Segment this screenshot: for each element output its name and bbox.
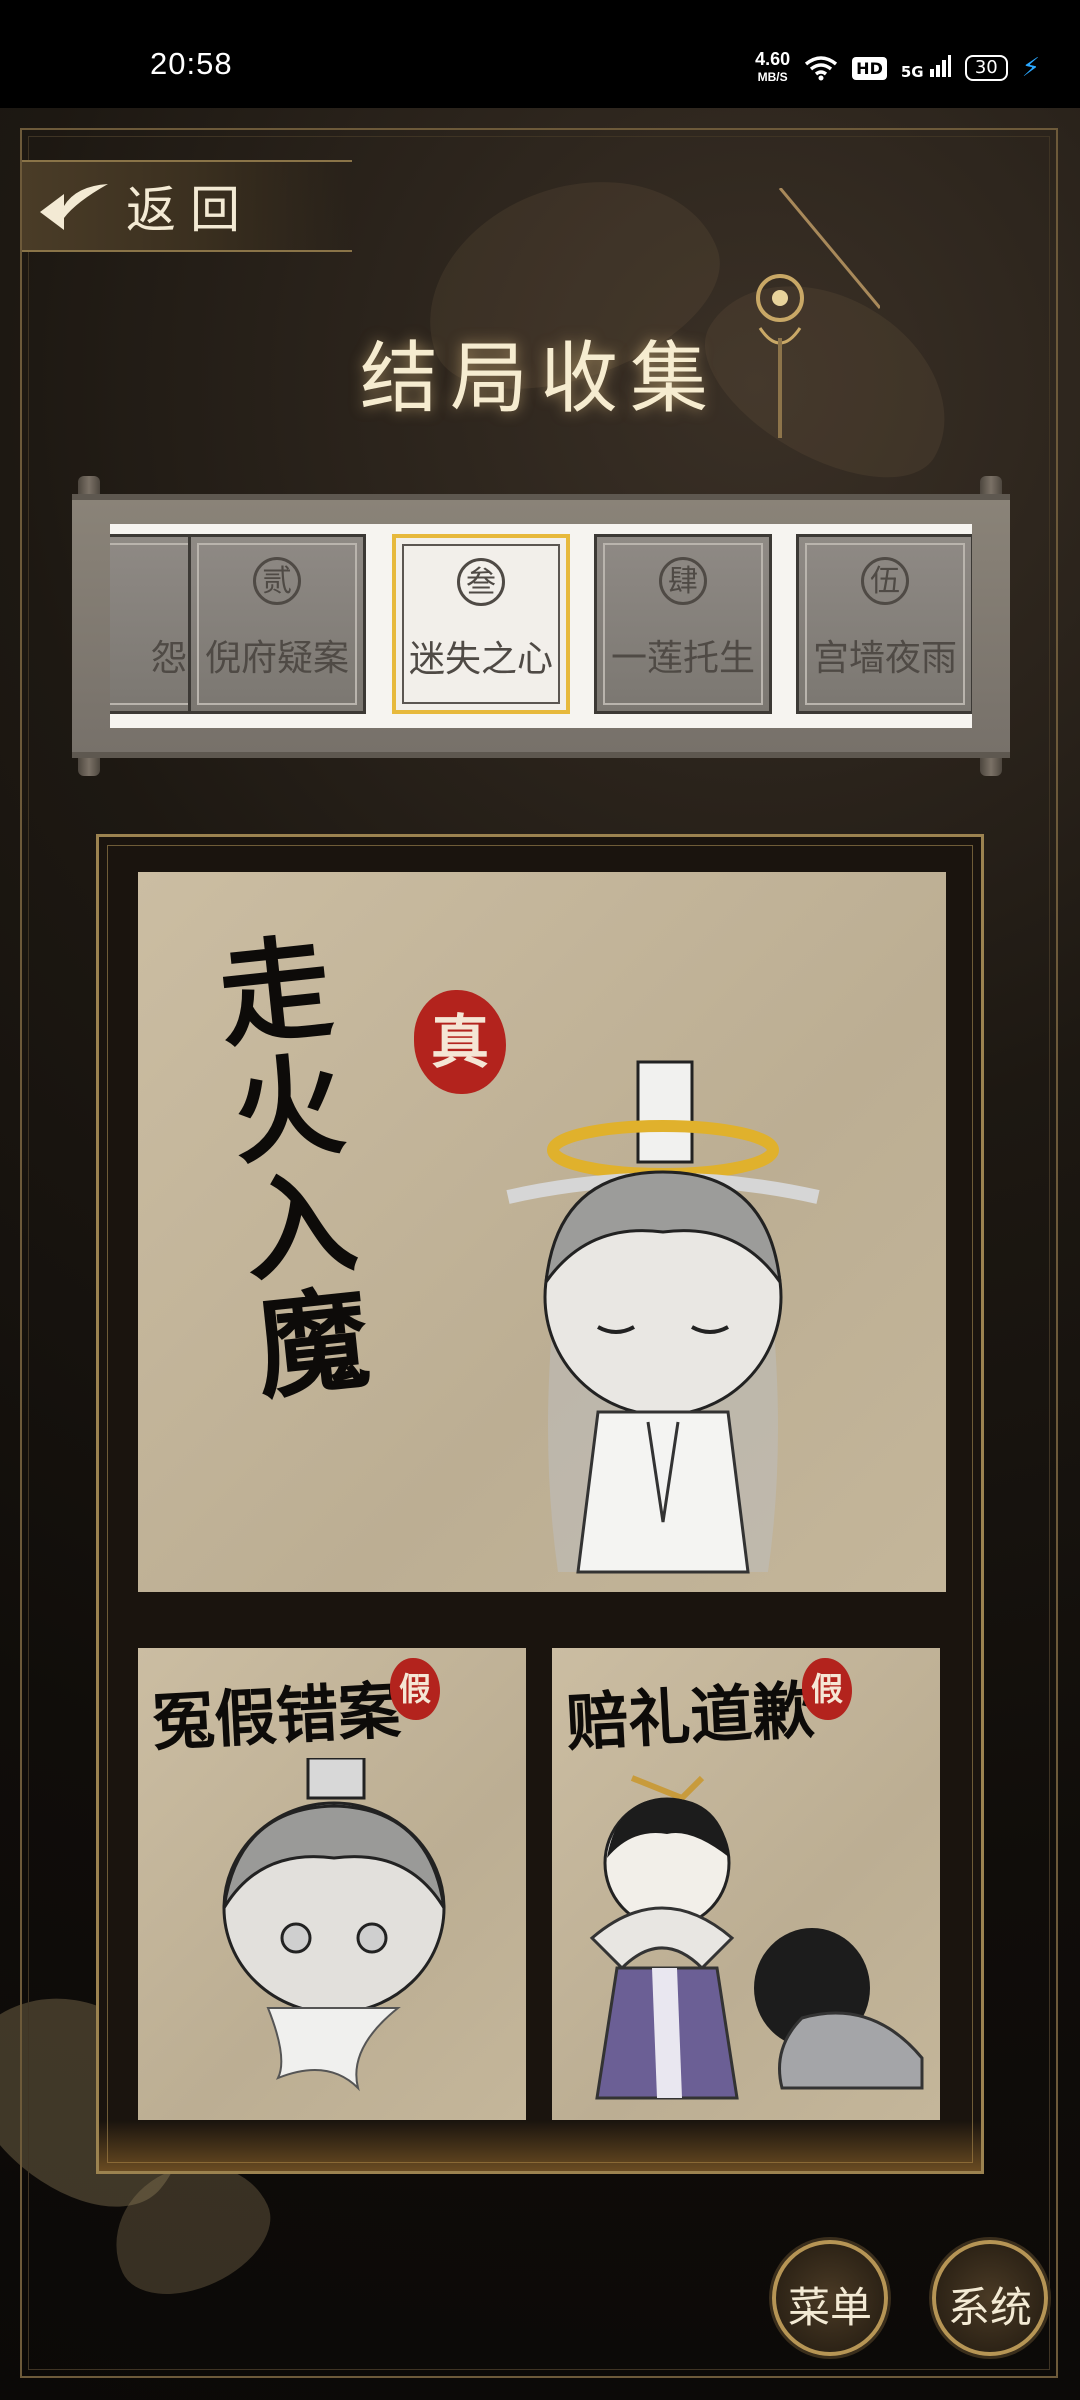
signal-5g-icon: 5G xyxy=(901,55,951,81)
back-arrow-icon xyxy=(40,184,108,230)
true-ending-seal: 真 xyxy=(414,990,506,1094)
system-label: 系统 xyxy=(947,2283,1032,2332)
charging-icon: ⚡ xyxy=(1021,53,1040,83)
menu-label: 菜单 xyxy=(787,2283,872,2332)
chapter-card-3[interactable]: 叁 迷失之心 xyxy=(392,534,570,714)
chapter-name: 倪府疑案 xyxy=(204,638,349,679)
ending-card-main[interactable]: 走火入魔 真 xyxy=(138,872,946,1592)
chapter-name: 迷失之心 xyxy=(408,639,553,680)
wifi-icon xyxy=(805,56,838,81)
page-title: 结局收集 xyxy=(359,334,720,424)
menu-button[interactable]: 菜单 xyxy=(772,2240,888,2356)
chapter-number-badge: 伍 xyxy=(861,557,909,605)
status-time: 20:58 xyxy=(150,46,233,81)
chapter-scroll[interactable]: 怨 贰 倪府疑案 叁 迷失之心 肆 一莲托生 伍 宫墙夜雨 xyxy=(72,494,1010,758)
back-button[interactable]: 返回 xyxy=(22,160,352,252)
false-ending-seal: 假 xyxy=(802,1658,852,1720)
chapter-card-5[interactable]: 伍 宫墙夜雨 xyxy=(796,534,972,714)
network-speed: 4.60 MB/S xyxy=(755,50,790,86)
ending-card-left[interactable]: 冤假错案 假 xyxy=(138,1648,526,2120)
ending-card-right[interactable]: 赔礼道歉 假 xyxy=(552,1648,940,2120)
ending-title: 冤假错案 xyxy=(150,1673,403,1760)
ending-title: 赔礼道歉 xyxy=(564,1673,817,1760)
chapter-number-badge: 肆 xyxy=(659,557,707,605)
ghost-character-illustration xyxy=(222,1758,446,2092)
back-label: 返回 xyxy=(126,181,254,239)
panel-glow xyxy=(99,2121,981,2171)
endings-screen: 返回 结局收集 怨 贰 倪府疑案 叁 迷失之心 肆 一莲托生 伍 宫墙夜雨 走火… xyxy=(0,108,1080,2400)
chapter-number-badge: 叁 xyxy=(457,558,505,606)
status-icons: 4.60 MB/S HD 5G 30 ⚡ xyxy=(755,50,1040,86)
ending-title: 走火入魔 xyxy=(212,921,376,1416)
signal-5g-label: 5G xyxy=(900,63,924,81)
character-meditating-illustration xyxy=(506,1060,820,1574)
chapter-name: 宫墙夜雨 xyxy=(812,638,957,679)
chapter-card-4[interactable]: 肆 一莲托生 xyxy=(594,534,772,714)
false-ending-seal: 假 xyxy=(390,1658,440,1720)
signal-bars-icon xyxy=(929,55,951,77)
chapter-number-badge: 贰 xyxy=(253,557,301,605)
battery-icon: 30 xyxy=(964,55,1008,81)
network-speed-value: 4.60 xyxy=(755,49,791,69)
chapter-name: 一莲托生 xyxy=(610,638,755,679)
chapter-list[interactable]: 怨 贰 倪府疑案 叁 迷失之心 肆 一莲托生 伍 宫墙夜雨 xyxy=(110,524,972,728)
hd-icon: HD xyxy=(852,56,887,80)
status-bar: 20:58 4.60 MB/S HD 5G 30 ⚡ xyxy=(0,0,1080,108)
apology-characters-illustration xyxy=(589,1775,924,2100)
system-button[interactable]: 系统 xyxy=(932,2240,1048,2356)
chapter-card-2[interactable]: 贰 倪府疑案 xyxy=(188,534,366,714)
network-speed-unit: MB/S xyxy=(757,70,788,84)
